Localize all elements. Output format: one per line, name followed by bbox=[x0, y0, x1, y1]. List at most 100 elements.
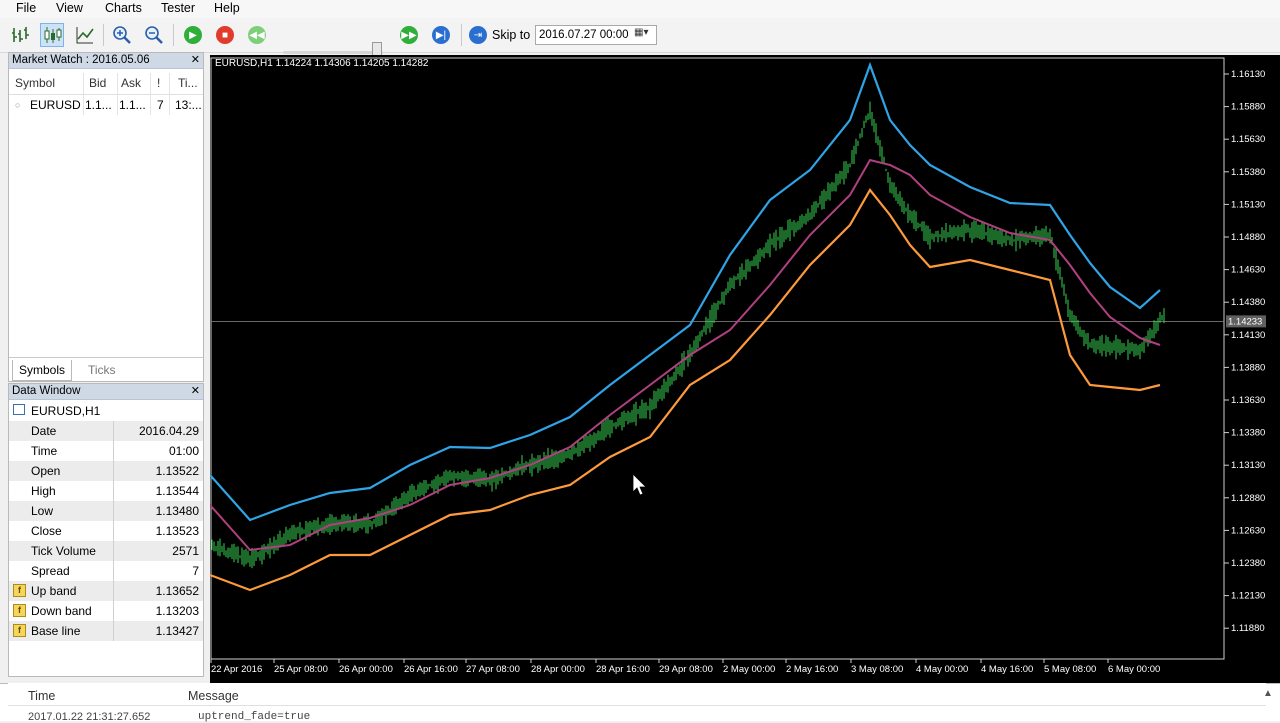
column-ask[interactable]: Ask bbox=[121, 76, 141, 90]
terminal-header: Time Message bbox=[8, 683, 1266, 706]
step-forward-icon[interactable]: ▶| bbox=[429, 23, 453, 47]
column-bid[interactable]: Bid bbox=[89, 76, 106, 90]
data-value: 01:00 bbox=[168, 444, 199, 458]
mouse-cursor-icon bbox=[632, 473, 647, 496]
stop-icon[interactable]: ■ bbox=[213, 23, 237, 47]
time-tick-label: 28 Apr 00:00 bbox=[531, 664, 585, 675]
data-value: 1.13203 bbox=[155, 604, 199, 618]
data-window-panel: Data Window ✕ EURUSD,H1 Date 2016.04.29 Ti… bbox=[8, 383, 204, 677]
price-tick-label: 1.13380 bbox=[1231, 428, 1265, 439]
data-window-title: Data Window ✕ bbox=[9, 384, 203, 400]
price-tick-label: 1.15130 bbox=[1231, 199, 1265, 210]
time-tick-label: 22 Apr 2016 bbox=[211, 664, 262, 675]
tab-ticks[interactable]: Ticks bbox=[82, 360, 122, 380]
close-icon[interactable]: ✕ bbox=[191, 384, 200, 399]
line-chart-icon[interactable] bbox=[73, 23, 97, 47]
menu-tester[interactable]: Tester bbox=[161, 1, 195, 15]
data-row: f Up band 1.13652 bbox=[9, 581, 203, 601]
data-label: Up band bbox=[31, 584, 77, 598]
price-chart[interactable]: 1.16130 1.15880 1.15630 1.15380 1.15130 1.148… bbox=[210, 55, 1280, 683]
symbol-status-icon: ○ bbox=[15, 100, 21, 110]
close-icon[interactable]: ✕ bbox=[191, 53, 200, 68]
data-value: 7 bbox=[192, 564, 199, 578]
time-tick-label: 26 Apr 16:00 bbox=[404, 664, 458, 675]
time-tick-label: 5 May 08:00 bbox=[1044, 664, 1096, 675]
data-value: 2016.04.29 bbox=[138, 424, 199, 438]
indicator-icon: f bbox=[13, 584, 26, 597]
up-band-line bbox=[210, 61, 1161, 522]
data-value: 1.13523 bbox=[155, 524, 199, 538]
data-row: High 1.13544 bbox=[9, 481, 203, 501]
bar-chart-icon[interactable] bbox=[8, 23, 32, 47]
column-symbol[interactable]: Symbol bbox=[15, 76, 55, 90]
column-time[interactable]: Time bbox=[28, 689, 55, 703]
candlestick-icon[interactable] bbox=[40, 23, 64, 47]
menu-help[interactable]: Help bbox=[214, 1, 240, 15]
time-tick-label: 6 May 00:00 bbox=[1108, 664, 1160, 675]
data-row: f Base line 1.13427 bbox=[9, 621, 203, 641]
price-tick-label: 1.12880 bbox=[1231, 493, 1265, 504]
bid-cell: 1.1... bbox=[85, 98, 112, 112]
data-row: f Down band 1.13203 bbox=[9, 601, 203, 621]
column-spread[interactable]: ! bbox=[157, 76, 160, 90]
time-tick-label: 29 Apr 08:00 bbox=[659, 664, 713, 675]
menu-view[interactable]: View bbox=[56, 1, 83, 15]
column-time[interactable]: Ti... bbox=[178, 76, 198, 90]
price-tick-label: 1.15380 bbox=[1231, 167, 1265, 178]
price-tick-label: 1.13130 bbox=[1231, 460, 1265, 471]
data-label: Spread bbox=[31, 564, 70, 578]
market-watch-tabs: Symbols Ticks bbox=[9, 357, 203, 382]
indicator-icon: f bbox=[13, 624, 26, 637]
data-label: Tick Volume bbox=[31, 544, 96, 558]
rewind-icon[interactable]: ◀◀ bbox=[245, 23, 269, 47]
time-tick-label: 4 May 00:00 bbox=[916, 664, 968, 675]
speed-slider-track[interactable] bbox=[283, 51, 383, 54]
data-value: 1.13652 bbox=[155, 584, 199, 598]
table-row[interactable]: ○ EURUSD 1.1... 1.1... 7 13:... bbox=[9, 95, 203, 115]
ask-cell: 1.1... bbox=[119, 98, 146, 112]
time-tick-label: 26 Apr 00:00 bbox=[339, 664, 393, 675]
menu-charts[interactable]: Charts bbox=[105, 1, 142, 15]
chart-icon bbox=[13, 404, 25, 415]
data-label: Base line bbox=[31, 624, 81, 638]
fast-forward-icon[interactable]: ▶▶ bbox=[397, 23, 421, 47]
price-tick-label: 1.16130 bbox=[1231, 69, 1265, 80]
skip-to-icon[interactable]: ⇥ bbox=[466, 23, 490, 47]
play-icon[interactable]: ▶ bbox=[181, 23, 205, 47]
column-message[interactable]: Message bbox=[188, 689, 239, 703]
scroll-up-icon[interactable]: ▲ bbox=[1263, 688, 1273, 699]
menu-file[interactable]: File bbox=[16, 1, 36, 15]
spread-cell: 7 bbox=[157, 98, 164, 112]
data-label: Down band bbox=[31, 604, 92, 618]
data-label: High bbox=[31, 484, 56, 498]
data-row: Time 01:00 bbox=[9, 441, 203, 461]
skip-to-label[interactable]: Skip to bbox=[492, 28, 530, 42]
data-label: Open bbox=[31, 464, 61, 478]
data-value: 1.13427 bbox=[155, 624, 199, 638]
data-value: 1.13480 bbox=[155, 504, 199, 518]
calendar-dropdown-icon[interactable]: ▦▾ bbox=[634, 27, 654, 43]
data-window-symbol: EURUSD,H1 bbox=[9, 401, 203, 421]
price-tick-label: 1.15630 bbox=[1231, 134, 1265, 145]
data-value: 2571 bbox=[172, 544, 199, 558]
zoom-out-icon[interactable] bbox=[142, 23, 166, 47]
price-tick-label: 1.14130 bbox=[1231, 330, 1265, 341]
data-row: Spread 7 bbox=[9, 561, 203, 581]
time-tick-label: 28 Apr 16:00 bbox=[596, 664, 650, 675]
data-label: Date bbox=[31, 424, 57, 438]
price-tick-label: 1.14880 bbox=[1231, 232, 1265, 243]
log-message: uptrend_fade=true bbox=[198, 711, 311, 723]
data-label: Close bbox=[31, 524, 62, 538]
zoom-in-icon[interactable] bbox=[110, 23, 134, 47]
base-line bbox=[210, 158, 1161, 552]
chart-canvas[interactable]: 1.16130 1.15880 1.15630 1.15380 1.15130 1.148… bbox=[210, 55, 1280, 683]
price-tick-label: 1.12130 bbox=[1231, 591, 1265, 602]
market-watch-title: Market Watch : 2016.05.06 ✕ bbox=[9, 53, 203, 69]
tab-symbols[interactable]: Symbols bbox=[12, 360, 73, 381]
price-tick-label: 1.11880 bbox=[1231, 623, 1265, 634]
price-tick-label: 1.13630 bbox=[1231, 395, 1265, 406]
data-value: 1.13522 bbox=[155, 464, 199, 478]
time-tick-label: 3 May 08:00 bbox=[851, 664, 903, 675]
indicator-icon: f bbox=[13, 604, 26, 617]
chart-ohlc-header: EURUSD,H1 1.14224 1.14306 1.14205 1.1428… bbox=[215, 58, 429, 69]
